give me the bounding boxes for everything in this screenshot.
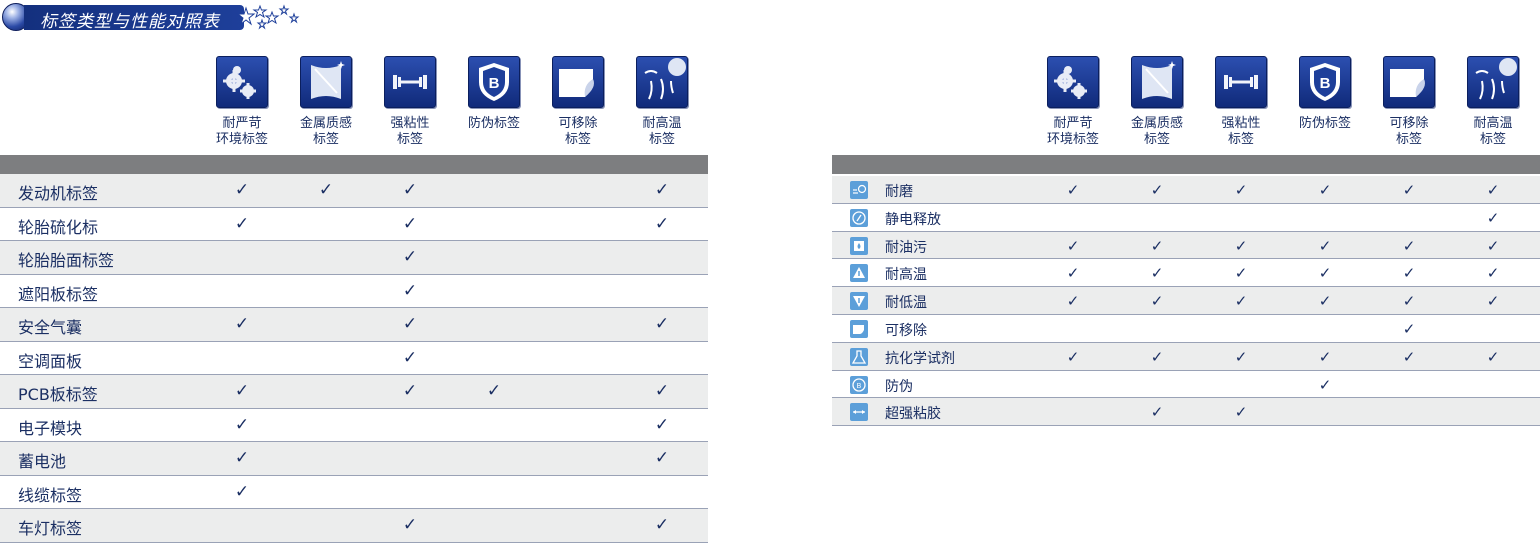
abrasion-icon: [850, 180, 868, 199]
strong-adhesive-icon: [850, 403, 868, 422]
check-mark: ✓: [1150, 264, 1164, 283]
check-mark: ✓: [1150, 236, 1164, 255]
metal-sheet-icon: [1131, 56, 1183, 108]
check-mark: ✓: [1486, 264, 1500, 283]
check-mark: ✓: [1486, 208, 1500, 227]
check-mark: ✓: [1234, 403, 1248, 422]
row-label: 耐油污: [885, 239, 927, 256]
check-mark: ✓: [1150, 181, 1164, 199]
row-label: 耐低温: [885, 295, 927, 312]
oil-icon: [850, 236, 868, 255]
row-label: 可移除: [885, 323, 927, 339]
check-mark: ✓: [1402, 320, 1416, 338]
table-row: [832, 371, 1540, 399]
peel-label-icon: [1383, 56, 1435, 108]
check-mark: ✓: [1234, 347, 1248, 366]
check-mark: ✓: [1318, 347, 1332, 366]
dumbbell-icon: [1215, 56, 1267, 108]
column-header: 金属质感 标签: [1130, 116, 1183, 147]
check-mark: ✓: [1486, 347, 1500, 366]
chemical-icon: [850, 347, 868, 366]
column-header: 防伪标签: [1298, 116, 1351, 131]
column-header: 耐高温 标签: [1473, 116, 1513, 147]
check-mark: ✓: [1066, 181, 1080, 199]
column-header: 强粘性 标签: [1221, 116, 1261, 147]
check-mark: ✓: [1066, 292, 1080, 311]
static-icon: [850, 208, 868, 227]
check-mark: ✓: [1234, 292, 1248, 311]
row-label: 抗化学试剂: [885, 350, 955, 367]
row-label: 耐磨: [885, 184, 913, 200]
svg-text:B: B: [857, 383, 862, 390]
check-mark: ✓: [1402, 181, 1416, 199]
row-label: 静电释放: [885, 211, 941, 228]
row-label: 防伪: [885, 378, 913, 395]
gears-icon: [1047, 56, 1099, 108]
check-mark: ✓: [1066, 236, 1080, 255]
check-mark: ✓: [1318, 375, 1332, 394]
check-mark: ✓: [1318, 236, 1332, 255]
sun-heat-icon: [1467, 56, 1519, 108]
header-band: [832, 155, 1540, 174]
check-mark: ✓: [1318, 264, 1332, 283]
check-mark: ✓: [1318, 292, 1332, 311]
check-mark: ✓: [1234, 181, 1248, 199]
check-mark: ✓: [1402, 347, 1416, 366]
check-mark: ✓: [1486, 292, 1500, 311]
check-mark: ✓: [1402, 264, 1416, 283]
check-mark: ✓: [1486, 181, 1500, 199]
check-mark: ✓: [1066, 347, 1080, 366]
performance-table: 耐严苛 环境标签 金属质感 标签 强粘性 标签 B 防伪标签 可移除 标签 耐高温 标签耐磨…: [0, 0, 1540, 542]
row-label: 超强粘胶: [885, 406, 941, 423]
check-mark: ✓: [1402, 236, 1416, 255]
row-label: 耐高温: [885, 267, 927, 284]
check-mark: ✓: [1402, 292, 1416, 311]
check-mark: ✓: [1318, 181, 1332, 199]
svg-text:B: B: [1320, 75, 1331, 92]
high-temp-icon: [850, 264, 868, 283]
check-mark: ✓: [1486, 236, 1500, 255]
check-mark: ✓: [1234, 236, 1248, 255]
column-header: 耐严苛 环境标签: [1046, 116, 1099, 147]
shield-b-icon: B: [1299, 56, 1351, 108]
check-mark: ✓: [1150, 347, 1164, 366]
check-mark: ✓: [1066, 264, 1080, 283]
low-temp-icon: [850, 292, 868, 311]
check-mark: ✓: [1150, 292, 1164, 311]
check-mark: ✓: [1234, 264, 1248, 283]
anti-counterfeit-icon: B: [850, 375, 868, 394]
check-mark: ✓: [1150, 403, 1164, 422]
removable-icon: [850, 319, 868, 338]
column-header: 可移除 标签: [1389, 116, 1429, 147]
